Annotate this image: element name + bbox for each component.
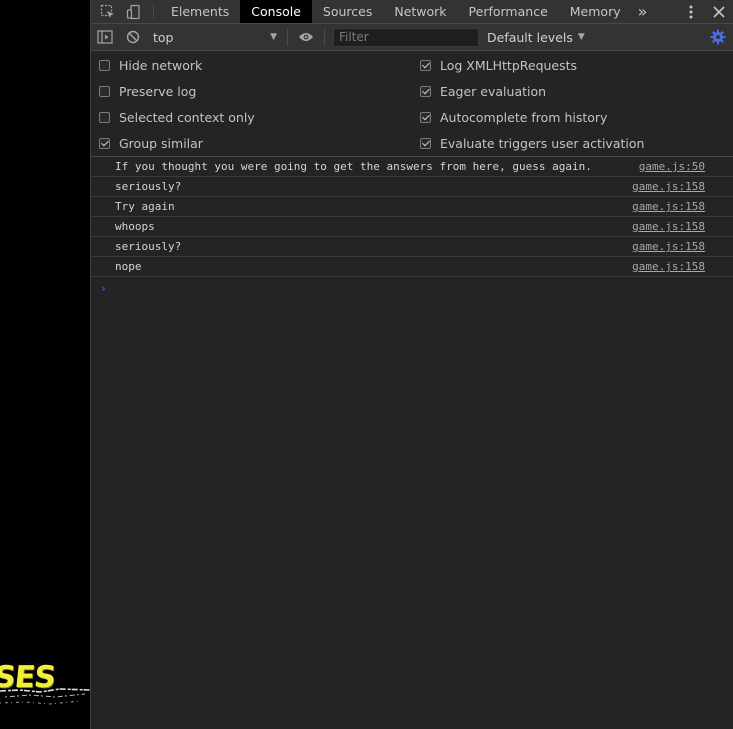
console-message: If you thought you were going to get the…: [91, 157, 733, 177]
tab-sources[interactable]: Sources: [312, 0, 383, 23]
message-source-link[interactable]: game.js:158: [632, 240, 705, 253]
setting-preserve-log[interactable]: Preserve log: [99, 84, 196, 99]
filter-input[interactable]: [333, 27, 479, 47]
clear-console-icon[interactable]: [119, 24, 147, 51]
setting-selected-context-only[interactable]: Selected context only: [99, 110, 255, 125]
setting-evaluate-triggers-user-activation[interactable]: Evaluate triggers user activation: [420, 136, 644, 151]
page-viewport: SES: [0, 0, 90, 729]
dropdown-caret-icon: ▼: [270, 32, 277, 42]
devtools-panel: Elements Console Sources Network Perform…: [90, 0, 733, 729]
message-text: seriously?: [115, 240, 182, 253]
device-toolbar-icon[interactable]: [121, 0, 147, 23]
group-similar-checkbox[interactable]: [99, 138, 110, 149]
setting-label: Log XMLHttpRequests: [440, 58, 578, 73]
setting-label: Preserve log: [119, 84, 197, 99]
message-source-link[interactable]: game.js:50: [639, 160, 705, 173]
inspect-element-icon[interactable]: [95, 0, 121, 23]
setting-hide-network[interactable]: Hide network: [99, 58, 202, 73]
log-levels-dropdown[interactable]: Default levels ▼: [487, 30, 585, 45]
hide-network-checkbox[interactable]: [99, 60, 110, 71]
console-message: seriously? game.js:158: [91, 177, 733, 197]
toolbar-divider: [287, 28, 288, 46]
preserve-log-checkbox[interactable]: [99, 86, 110, 97]
prompt-chevron-icon: ›: [100, 281, 107, 295]
setting-label: Hide network: [119, 58, 203, 73]
dropdown-caret-icon: ▼: [577, 32, 585, 42]
message-text: If you thought you were going to get the…: [115, 160, 592, 173]
message-text: whoops: [115, 220, 155, 233]
selected-context-only-checkbox[interactable]: [99, 112, 110, 123]
game-decoration: [0, 688, 90, 705]
message-text: nope: [115, 260, 142, 273]
console-messages: If you thought you were going to get the…: [91, 157, 733, 299]
setting-autocomplete-from-history[interactable]: Autocomplete from history: [420, 110, 607, 125]
live-expression-eye-icon[interactable]: [292, 24, 320, 51]
message-text: seriously?: [115, 180, 182, 193]
log-levels-label: Default levels: [487, 29, 573, 45]
console-message: seriously? game.js:158: [91, 237, 733, 257]
tab-console[interactable]: Console: [240, 0, 312, 23]
toolbar-divider: [324, 28, 325, 46]
console-settings-gear-icon[interactable]: [709, 28, 727, 46]
console-message: Try again game.js:158: [91, 197, 733, 217]
setting-group-similar[interactable]: Group similar: [99, 136, 203, 151]
console-message: whoops game.js:158: [91, 217, 733, 237]
tab-memory[interactable]: Memory: [559, 0, 632, 23]
tab-performance[interactable]: Performance: [458, 0, 559, 23]
tab-elements[interactable]: Elements: [160, 0, 240, 23]
setting-label: Evaluate triggers user activation: [440, 136, 645, 151]
close-icon[interactable]: [705, 0, 733, 24]
devtools-tabbar: Elements Console Sources Network Perform…: [91, 0, 733, 24]
eager-evaluation-checkbox[interactable]: [420, 86, 431, 97]
console-message: nope game.js:158: [91, 257, 733, 277]
setting-label: Eager evaluation: [440, 84, 547, 99]
context-selector[interactable]: top ▼: [147, 27, 283, 47]
console-toolbar: top ▼ Default levels ▼: [91, 24, 733, 51]
show-sidebar-icon[interactable]: [91, 24, 119, 51]
setting-label: Group similar: [119, 136, 203, 151]
tabbar-divider: [153, 4, 154, 19]
message-source-link[interactable]: game.js:158: [632, 200, 705, 213]
message-source-link[interactable]: game.js:158: [632, 260, 705, 273]
kebab-menu-icon[interactable]: [677, 0, 705, 24]
console-prompt[interactable]: ›: [91, 277, 733, 299]
tabbar-actions: [677, 0, 733, 24]
message-text: Try again: [115, 200, 175, 213]
evaluate-triggers-user-activation-checkbox[interactable]: [420, 138, 431, 149]
message-source-link[interactable]: game.js:158: [632, 220, 705, 233]
setting-label: Autocomplete from history: [440, 110, 608, 125]
setting-log-xmlhttprequests[interactable]: Log XMLHttpRequests: [420, 58, 577, 73]
console-settings-pane: Hide network Preserve log Selected conte…: [91, 51, 733, 157]
context-value: top: [153, 29, 174, 45]
more-tabs-chevron-icon[interactable]: »: [632, 0, 654, 23]
autocomplete-from-history-checkbox[interactable]: [420, 112, 431, 123]
log-xmlhttprequests-checkbox[interactable]: [420, 60, 431, 71]
tab-network[interactable]: Network: [383, 0, 457, 23]
setting-eager-evaluation[interactable]: Eager evaluation: [420, 84, 546, 99]
message-source-link[interactable]: game.js:158: [632, 180, 705, 193]
setting-label: Selected context only: [119, 110, 255, 125]
